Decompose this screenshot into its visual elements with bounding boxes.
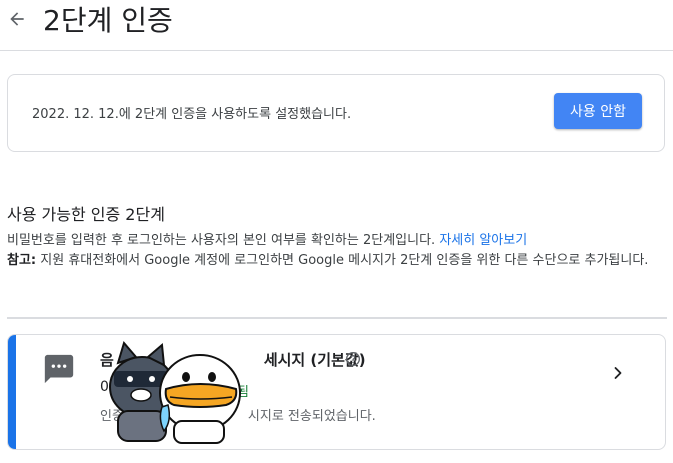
selected-accent-bar bbox=[8, 335, 16, 449]
page-title: 2단계 인증 bbox=[43, 4, 173, 37]
learn-more-link[interactable]: 자세히 알아보기 bbox=[439, 233, 527, 248]
note-text: 지원 휴대전화에서 Google 계정에 로그인하면 Google 메시지가 2… bbox=[40, 253, 649, 268]
disable-button[interactable]: 사용 안함 bbox=[554, 93, 642, 129]
note-label: 참고: bbox=[7, 253, 37, 268]
chevron-right-icon[interactable] bbox=[608, 363, 628, 383]
divider bbox=[7, 317, 667, 319]
section-description: 비밀번호를 입력한 후 로그인하는 사용자의 본인 여부를 확인하는 2단계입니… bbox=[7, 231, 667, 271]
status-text: 2022. 12. 12.에 2단계 인증을 사용하도록 설정했습니다. bbox=[32, 107, 352, 122]
status-card: 2022. 12. 12.에 2단계 인증을 사용하도록 설정했습니다. 사용 … bbox=[7, 74, 665, 152]
method-desc-end: 시지로 전송되었습니다. bbox=[247, 409, 376, 424]
message-icon bbox=[42, 352, 76, 386]
section-heading: 사용 가능한 인증 2단계 bbox=[7, 205, 165, 224]
character-sticker bbox=[109, 340, 241, 444]
description-text: 비밀번호를 입력한 후 로그인하는 사용자의 본인 여부를 확인하는 2단계입니… bbox=[7, 233, 436, 248]
back-arrow-icon[interactable] bbox=[4, 6, 30, 32]
help-circle-icon[interactable] bbox=[345, 351, 363, 369]
page-header: 2단계 인증 bbox=[0, 0, 673, 51]
